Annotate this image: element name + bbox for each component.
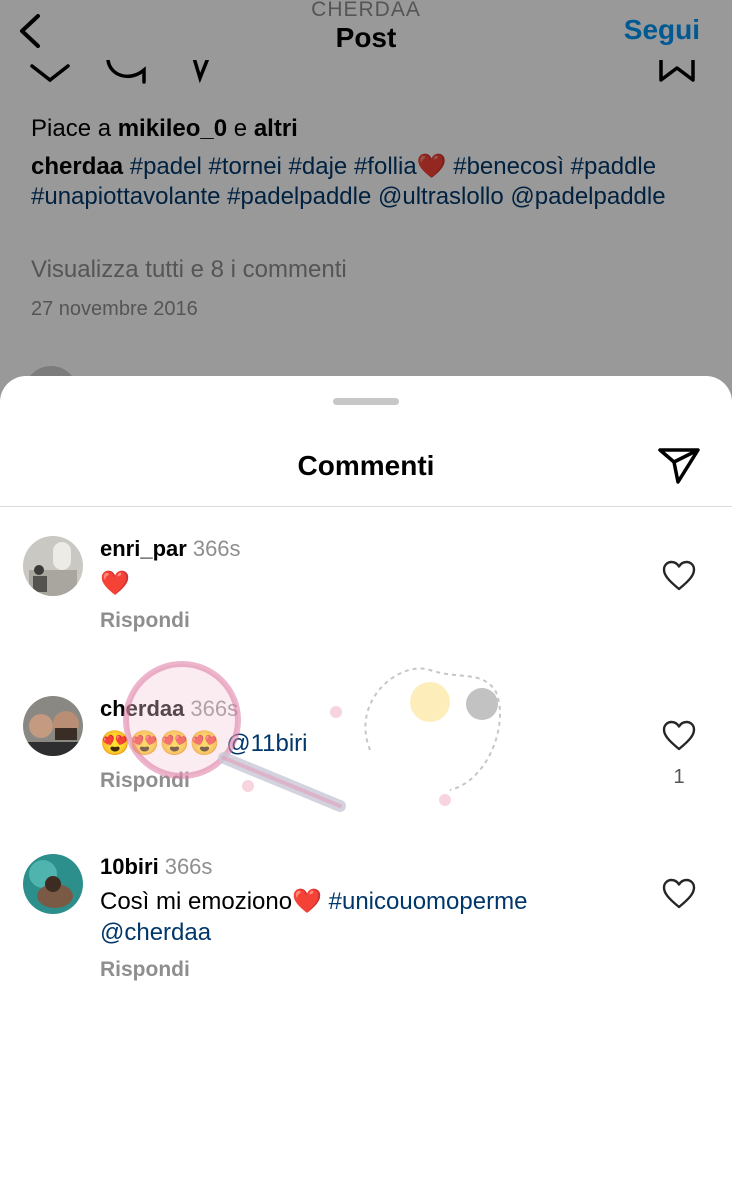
avatar[interactable] [23, 696, 83, 756]
send-icon[interactable] [656, 444, 702, 486]
comment-header: cherdaa 366s [100, 696, 640, 722]
hashtag-link[interactable]: #unicouomoperme [329, 888, 528, 915]
comment-header: 10biri 366s [100, 854, 640, 880]
reply-button[interactable]: Rispondi [100, 958, 640, 982]
mention-link[interactable]: @cherdaa [100, 919, 211, 946]
like-count: 1 [673, 766, 685, 788]
divider [0, 506, 732, 507]
avatar[interactable] [23, 854, 83, 914]
comment-text: 😍😍😍😍 @11biri [100, 728, 640, 759]
heart-icon[interactable] [662, 878, 696, 910]
comment-text: Così mi emoziono❤️ #unicouomoperme @cherd… [100, 886, 640, 948]
comment-time: 366s [164, 854, 213, 879]
reply-button[interactable]: Rispondi [100, 609, 640, 633]
comment-time: 366s [192, 536, 241, 561]
heart-icon[interactable] [662, 560, 696, 592]
comment-emojis: 😍😍😍😍 [100, 730, 220, 757]
heart-icon[interactable] [662, 720, 696, 752]
comment-username[interactable]: enri_par [100, 536, 187, 561]
comment-header: enri_par 366s [100, 536, 640, 562]
comment-time: 366s [190, 696, 239, 721]
avatar-image [23, 854, 83, 914]
comment-item: 10biri 366s Così mi emoziono❤️ #unicouomo… [0, 854, 732, 994]
comment-item: cherdaa 366s 😍😍😍😍 @11biri Rispondi 1 [0, 696, 732, 836]
avatar[interactable] [23, 536, 83, 596]
reply-button[interactable]: Rispondi [100, 769, 640, 793]
sheet-title: Commenti [297, 450, 435, 481]
comment-body: 10biri 366s Così mi emoziono❤️ #unicouomo… [100, 854, 640, 982]
comment-username[interactable]: cherdaa [100, 696, 184, 721]
comment-username[interactable]: 10biri [100, 854, 159, 879]
comment-text: ❤️ [100, 570, 130, 597]
mention-link[interactable]: @11biri [226, 730, 307, 757]
comment-text-main: Così mi emoziono❤️ [100, 888, 322, 915]
avatar-image [23, 696, 83, 756]
comment-item: enri_par 366s ❤️ Rispondi [0, 536, 732, 676]
sheet-drag-handle[interactable] [333, 398, 399, 405]
comment-body: enri_par 366s ❤️ Rispondi [100, 536, 640, 633]
avatar-image [23, 536, 83, 596]
comment-body: cherdaa 366s 😍😍😍😍 @11biri Rispondi [100, 696, 640, 793]
comments-sheet: Commenti enri_par 366s ❤️ Rispondi cherd… [0, 376, 732, 1200]
